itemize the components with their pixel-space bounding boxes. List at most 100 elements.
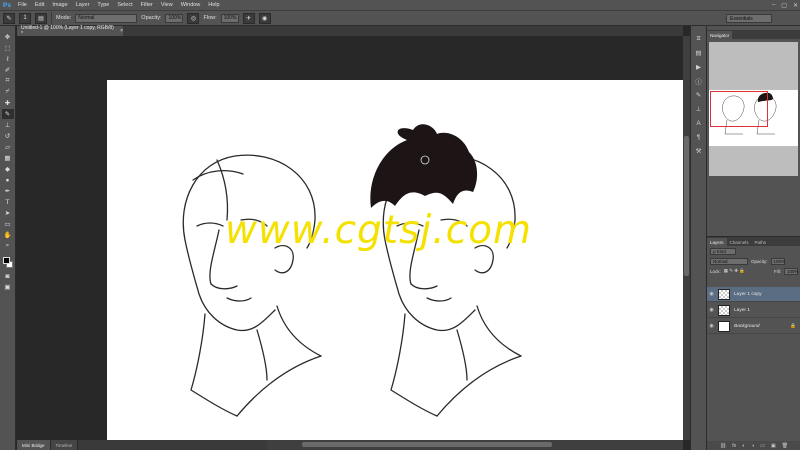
layer-row[interactable]: ◉ Layer 1 bbox=[707, 303, 800, 318]
layers-footer: ⛓ fx ◐ ◑ ▭ ▣ 🗑 bbox=[707, 441, 800, 450]
watermark-text: www.cgtsj.com bbox=[225, 208, 532, 253]
eye-icon[interactable]: ◉ bbox=[707, 323, 716, 329]
actions-panel-icon[interactable]: ▶ bbox=[693, 62, 704, 72]
layer-opacity-field[interactable]: 100% bbox=[770, 257, 785, 265]
foreground-color-swatch[interactable] bbox=[2, 257, 10, 264]
flow-field[interactable]: 100% bbox=[220, 13, 239, 23]
tab-timeline[interactable]: Timeline bbox=[50, 440, 79, 450]
menu-filter[interactable]: Filter bbox=[137, 2, 157, 8]
adjustment-layer-icon[interactable]: ◑ bbox=[751, 443, 754, 449]
vertical-scrollbar[interactable] bbox=[683, 36, 690, 440]
menu-edit[interactable]: Edit bbox=[31, 2, 48, 8]
brush-tool-icon[interactable]: ✎ bbox=[1, 109, 14, 119]
character-panel-icon[interactable]: A bbox=[693, 118, 704, 128]
blend-mode-select[interactable]: Normal bbox=[710, 257, 748, 265]
link-layers-icon[interactable]: ⛓ bbox=[720, 443, 726, 449]
eye-icon[interactable]: ◉ bbox=[707, 291, 716, 297]
type-tool-icon[interactable]: T bbox=[2, 197, 14, 207]
opacity-field[interactable]: 100% bbox=[165, 13, 184, 23]
hand-tool-icon[interactable]: ✋ bbox=[2, 230, 14, 240]
marquee-tool-icon[interactable]: ⬚ bbox=[2, 43, 14, 53]
toggle-brush-panel-button[interactable]: ▤ bbox=[35, 12, 47, 24]
shape-tool-icon[interactable]: ▭ bbox=[2, 219, 14, 229]
navigator-preview[interactable] bbox=[709, 42, 798, 182]
layer-name: Layer 1 bbox=[734, 307, 750, 313]
healing-tool-icon[interactable]: ✚ bbox=[2, 98, 14, 108]
new-group-icon[interactable]: ▭ bbox=[760, 443, 765, 449]
add-mask-icon[interactable]: ◐ bbox=[742, 443, 745, 449]
brush-preset-picker[interactable]: ✎ bbox=[3, 12, 15, 24]
layer-row[interactable]: ◉ Layer 1 copy bbox=[707, 287, 800, 302]
menu-help[interactable]: Help bbox=[204, 2, 223, 8]
pen-tool-icon[interactable]: ✒ bbox=[2, 186, 14, 196]
menu-window[interactable]: Window bbox=[177, 2, 205, 8]
pressure-opacity-button[interactable]: ◎ bbox=[187, 12, 200, 24]
tab-paths[interactable]: Paths bbox=[752, 238, 770, 246]
menu-type[interactable]: Type bbox=[93, 2, 113, 8]
document-tab[interactable]: Untitled-1 @ 100% (Layer 1 copy, RGB/8) … bbox=[17, 25, 123, 37]
paragraph-panel-icon[interactable]: ¶ bbox=[693, 132, 704, 142]
restore-button[interactable]: ▢ bbox=[781, 2, 787, 9]
blur-tool-icon[interactable]: ◆ bbox=[2, 164, 14, 174]
brush-size-picker[interactable]: 1 bbox=[19, 12, 31, 24]
tab-layers[interactable]: Layers bbox=[707, 238, 727, 246]
new-layer-icon[interactable]: ▣ bbox=[771, 443, 776, 449]
quick-mask-icon[interactable]: ◙ bbox=[2, 271, 14, 281]
eye-icon[interactable]: ◉ bbox=[707, 307, 716, 313]
history-brush-tool-icon[interactable]: ↺ bbox=[2, 131, 14, 141]
layer-row[interactable]: ◉ Background 🔒 bbox=[707, 319, 800, 334]
screen-mode-icon[interactable]: ▣ bbox=[2, 282, 14, 292]
tools-panel: ✥ ⬚ ℓ ✐ ⌗ ⌿ ✚ ✎ ⊥ ↺ ▱ ▦ ◆ ● ✒ T ➤ ▭ ✋ ⌕ … bbox=[0, 26, 16, 450]
menu-view[interactable]: View bbox=[157, 2, 177, 8]
info-panel-icon[interactable]: ⓘ bbox=[693, 76, 704, 86]
brush-panel-icon: ▤ bbox=[38, 15, 44, 22]
brush-panel-icon[interactable]: ✎ bbox=[693, 90, 704, 100]
gradient-tool-icon[interactable]: ▦ bbox=[2, 153, 14, 163]
layer-thumbnail bbox=[718, 320, 730, 332]
close-document-button[interactable]: × bbox=[120, 28, 123, 34]
minimize-button[interactable]: – bbox=[772, 2, 775, 8]
zoom-tool-icon[interactable]: ⌕ bbox=[2, 241, 14, 251]
fill-field[interactable]: 100% bbox=[784, 267, 799, 275]
vertical-scroll-thumb[interactable] bbox=[684, 136, 689, 276]
navigator-view-rectangle[interactable] bbox=[710, 91, 768, 127]
menu-image[interactable]: Image bbox=[48, 2, 71, 8]
flow-label: Flow: bbox=[203, 15, 217, 21]
layer-thumbnail bbox=[718, 288, 730, 300]
tool-presets-panel-icon[interactable]: ⚒ bbox=[693, 146, 704, 156]
canvas-area[interactable]: www.cgtsj.com bbox=[17, 36, 683, 440]
document-canvas[interactable]: www.cgtsj.com bbox=[107, 80, 683, 440]
lock-icons[interactable]: ▦ ✎ ✥ 🔒 bbox=[724, 268, 745, 274]
eraser-tool-icon[interactable]: ▱ bbox=[2, 142, 14, 152]
clone-source-panel-icon[interactable]: ⊥ bbox=[693, 104, 704, 114]
tab-navigator[interactable]: Navigator bbox=[707, 31, 733, 39]
workspace-select[interactable]: Essentials bbox=[726, 14, 772, 23]
layer-style-icon[interactable]: fx bbox=[732, 443, 736, 449]
tab-channels[interactable]: Channels bbox=[727, 238, 752, 246]
quick-select-tool-icon[interactable]: ✐ bbox=[2, 65, 14, 75]
history-panel-icon[interactable]: ⧖ bbox=[693, 34, 704, 44]
lock-fill-row: Lock: ▦ ✎ ✥ 🔒 Fill: 100% bbox=[707, 266, 800, 276]
menu-select[interactable]: Select bbox=[113, 2, 136, 8]
menu-file[interactable]: File bbox=[14, 2, 31, 8]
clone-stamp-tool-icon[interactable]: ⊥ bbox=[2, 120, 14, 130]
dodge-tool-icon[interactable]: ● bbox=[2, 175, 14, 185]
delete-layer-icon[interactable]: 🗑 bbox=[782, 443, 788, 449]
brush-icon: ✎ bbox=[6, 15, 12, 22]
horizontal-scroll-thumb[interactable] bbox=[302, 442, 552, 447]
menu-layer[interactable]: Layer bbox=[72, 2, 94, 8]
eyedropper-tool-icon[interactable]: ⌿ bbox=[2, 87, 14, 97]
mode-label: Mode: bbox=[56, 15, 72, 21]
layer-kind-filter[interactable]: ρ Kind bbox=[710, 247, 736, 255]
close-window-button[interactable]: ✕ bbox=[793, 2, 798, 9]
lasso-tool-icon[interactable]: ℓ bbox=[2, 54, 14, 64]
tab-mini-bridge[interactable]: Mini Bridge bbox=[17, 440, 51, 450]
pressure-size-button[interactable]: ◉ bbox=[258, 12, 271, 24]
crop-tool-icon[interactable]: ⌗ bbox=[2, 76, 14, 86]
mode-select[interactable]: Normal bbox=[75, 13, 138, 23]
airbrush-button[interactable]: ✈ bbox=[242, 12, 255, 24]
move-tool-icon[interactable]: ✥ bbox=[2, 32, 14, 42]
path-select-tool-icon[interactable]: ➤ bbox=[2, 208, 14, 218]
properties-panel-icon[interactable]: ▤ bbox=[693, 48, 704, 58]
photoshop-logo: Ps bbox=[3, 1, 11, 9]
